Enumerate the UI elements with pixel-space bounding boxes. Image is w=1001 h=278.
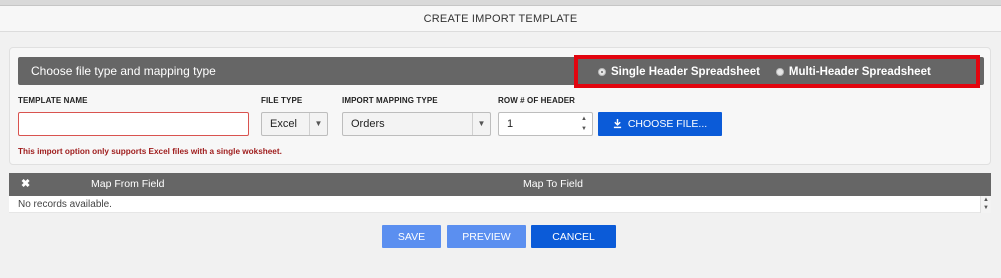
template-name-label: TEMPLATE NAME — [18, 96, 88, 105]
stepper-down-icon[interactable]: ▼ — [577, 124, 591, 134]
mapping-type-value: Orders — [351, 118, 385, 130]
cancel-button[interactable]: CANCEL — [531, 225, 616, 248]
save-button[interactable]: SAVE — [382, 225, 441, 248]
mapping-type-select[interactable]: Orders ▼ — [342, 112, 491, 136]
file-type-select[interactable]: Excel ▼ — [261, 112, 328, 136]
field-mapping-grid: ✖ Map From Field Map To Field No records… — [9, 173, 991, 213]
header-row-input[interactable]: 1 ▲ ▼ — [498, 112, 593, 136]
dropdown-arrow-icon[interactable]: ▼ — [309, 113, 327, 135]
header-row-value: 1 — [507, 118, 514, 130]
grid-header: ✖ Map From Field Map To Field — [9, 173, 991, 196]
mapping-type-label: IMPORT MAPPING TYPE — [342, 96, 438, 105]
radio-selected-icon[interactable] — [598, 67, 606, 76]
choose-file-button[interactable]: CHOOSE FILE... — [598, 112, 722, 136]
file-type-value: Excel — [270, 118, 297, 130]
radio-single-header[interactable]: Single Header Spreadsheet — [598, 66, 760, 78]
file-type-label: FILE TYPE — [261, 96, 303, 105]
number-stepper[interactable]: ▲ ▼ — [577, 114, 591, 134]
column-map-from-field[interactable]: Map From Field — [91, 173, 165, 196]
radio-multi-header[interactable]: Multi-Header Spreadsheet — [775, 65, 931, 78]
choose-file-label: CHOOSE FILE... — [627, 118, 708, 130]
radio-multi-header-label: Multi-Header Spreadsheet — [788, 65, 931, 78]
dialog-title: CREATE IMPORT TEMPLATE — [0, 6, 1001, 32]
panel-header-title: Choose file type and mapping type — [31, 64, 216, 78]
preview-button[interactable]: PREVIEW — [447, 225, 526, 248]
dropdown-arrow-icon[interactable]: ▼ — [472, 113, 490, 135]
column-map-to-field[interactable]: Map To Field — [523, 173, 583, 196]
radio-single-header-label: Single Header Spreadsheet — [611, 65, 760, 78]
spreadsheet-type-radio-group: Single Header Spreadsheet Multi-Header S… — [574, 55, 980, 88]
header-row-label: ROW # OF HEADER — [498, 96, 576, 105]
file-type-panel: Choose file type and mapping type Single… — [9, 47, 991, 165]
template-name-input[interactable] — [18, 112, 249, 136]
stepper-up-icon[interactable]: ▲ — [577, 114, 591, 124]
empty-records-text: No records available. — [18, 199, 112, 210]
warning-text: This import option only supports Excel f… — [18, 147, 282, 156]
close-icon[interactable]: ✖ — [21, 173, 30, 196]
grid-body: No records available. ▲ ▼ — [9, 196, 991, 213]
radio-unselected-icon[interactable] — [775, 67, 784, 76]
download-icon — [613, 119, 621, 129]
grid-scrollbar[interactable]: ▲ ▼ — [980, 196, 991, 213]
